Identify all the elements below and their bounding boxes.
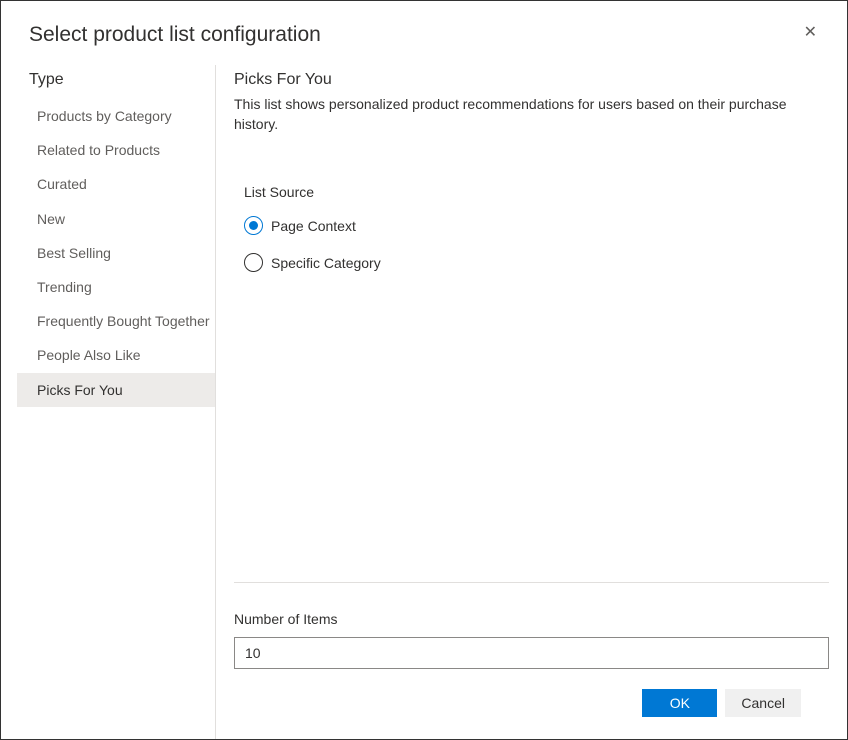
sidebar-item-label: Picks For You xyxy=(37,382,123,398)
sidebar-item-products-by-category[interactable]: Products by Category xyxy=(17,99,215,133)
close-icon[interactable]: ✕ xyxy=(802,23,819,43)
number-of-items-label: Number of Items xyxy=(234,611,829,627)
sidebar-item-label: Curated xyxy=(37,176,87,192)
sidebar-item-label: Products by Category xyxy=(37,108,172,124)
dialog-title: Select product list configuration xyxy=(29,23,321,47)
dialog-body: Type Products by Category Related to Pro… xyxy=(1,65,847,739)
list-source-radio-group: Page Context Specific Category xyxy=(234,216,829,290)
radio-label: Page Context xyxy=(271,218,356,234)
list-source-label: List Source xyxy=(234,184,829,200)
dialog-footer: OK Cancel xyxy=(234,689,829,739)
radio-page-context[interactable]: Page Context xyxy=(244,216,829,235)
sidebar-item-new[interactable]: New xyxy=(17,202,215,236)
sidebar-list: Products by Category Related to Products… xyxy=(17,99,215,407)
sidebar-item-label: People Also Like xyxy=(37,347,141,363)
sidebar-item-label: Related to Products xyxy=(37,142,160,158)
radio-specific-category[interactable]: Specific Category xyxy=(244,253,829,272)
dialog-header: Select product list configuration ✕ xyxy=(1,1,847,65)
radio-icon xyxy=(244,216,263,235)
main-description: This list shows personalized product rec… xyxy=(234,95,829,134)
sidebar-item-label: Trending xyxy=(37,279,92,295)
sidebar-item-curated[interactable]: Curated xyxy=(17,167,215,201)
sidebar-item-label: Best Selling xyxy=(37,245,111,261)
sidebar-item-people-also-like[interactable]: People Also Like xyxy=(17,338,215,372)
ok-button[interactable]: OK xyxy=(642,689,717,717)
bottom-form: Number of Items xyxy=(234,582,829,689)
sidebar-item-frequently-bought-together[interactable]: Frequently Bought Together xyxy=(17,304,215,338)
sidebar-item-label: Frequently Bought Together xyxy=(37,313,210,329)
main-title: Picks For You xyxy=(234,71,829,89)
radio-label: Specific Category xyxy=(271,255,381,271)
sidebar-item-label: New xyxy=(37,211,65,227)
sidebar-item-picks-for-you[interactable]: Picks For You xyxy=(17,373,215,407)
radio-icon xyxy=(244,253,263,272)
sidebar-item-trending[interactable]: Trending xyxy=(17,270,215,304)
dialog: Select product list configuration ✕ Type… xyxy=(1,1,847,739)
sidebar-heading: Type xyxy=(29,71,215,89)
main-panel: Picks For You This list shows personaliz… xyxy=(215,65,847,739)
sidebar-item-related-to-products[interactable]: Related to Products xyxy=(17,133,215,167)
sidebar: Type Products by Category Related to Pro… xyxy=(1,65,215,739)
sidebar-item-best-selling[interactable]: Best Selling xyxy=(17,236,215,270)
number-of-items-input[interactable] xyxy=(234,637,829,669)
cancel-button[interactable]: Cancel xyxy=(725,689,801,717)
